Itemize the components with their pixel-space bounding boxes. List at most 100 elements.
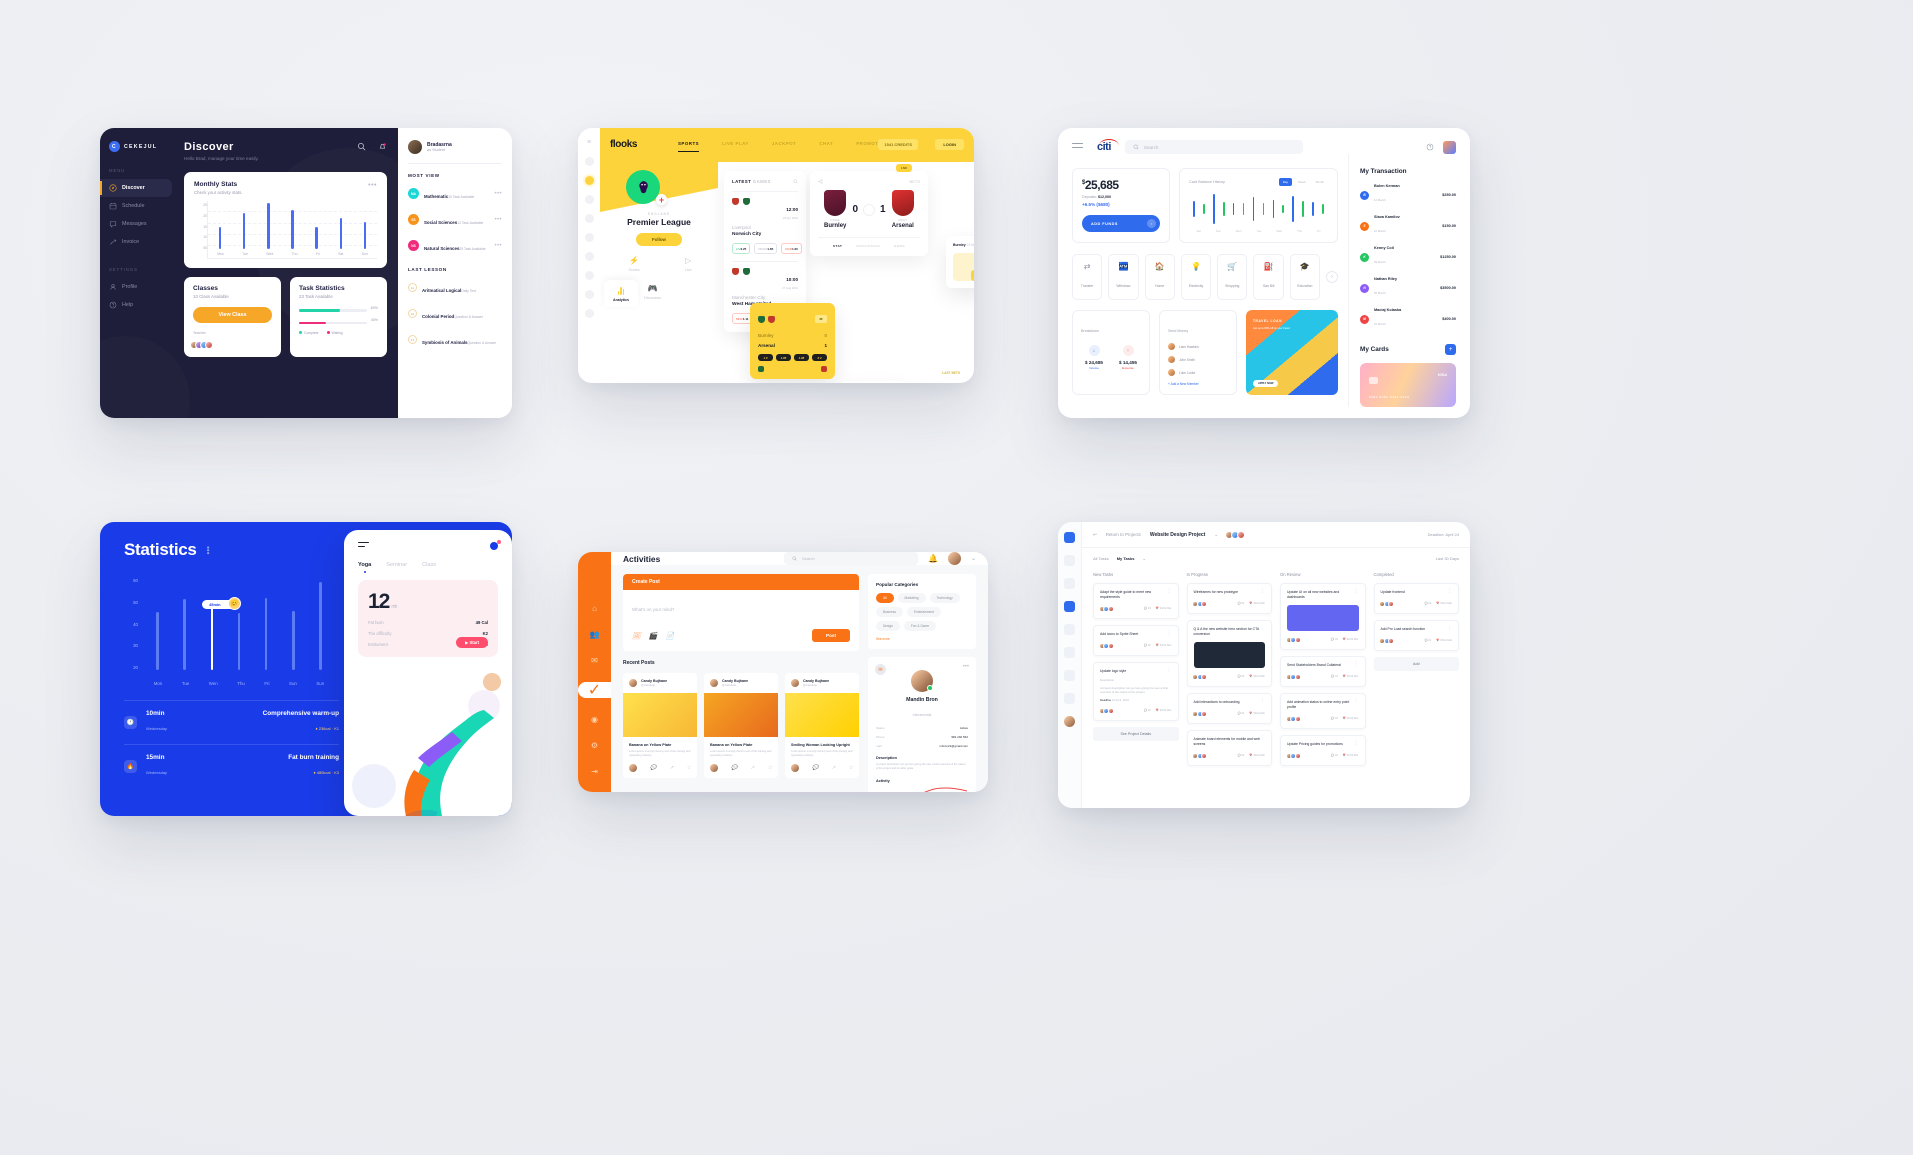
- bar-Fri[interactable]: [315, 226, 318, 249]
- follow-button[interactable]: Follow: [636, 233, 682, 246]
- share-icon[interactable]: ↗: [831, 765, 835, 771]
- fire-icon[interactable]: [584, 157, 594, 166]
- chip-all[interactable]: All: [876, 593, 894, 603]
- share-icon[interactable]: ↗: [669, 765, 673, 771]
- tab-analytics[interactable]: Analytics: [604, 280, 638, 307]
- post-card[interactable]: Candy Bujhane @Candiute Banana on Yellow …: [704, 673, 778, 778]
- search-bar[interactable]: Search: [1124, 140, 1303, 154]
- bar-6[interactable]: [319, 582, 322, 670]
- bar-4[interactable]: [264, 597, 268, 670]
- column-action-button[interactable]: See Project Details: [1093, 726, 1179, 741]
- add-league-button[interactable]: +: [656, 194, 667, 205]
- post-card[interactable]: Candy Bujhane @Candiute Smiling Woman Loo…: [785, 673, 859, 778]
- transaction-row[interactable]: S Slava Kamilov 10 March $150.00: [1360, 215, 1456, 237]
- star-icon[interactable]: ☆: [686, 765, 690, 771]
- gear-icon[interactable]: [1064, 693, 1075, 704]
- people-icon[interactable]: [1064, 624, 1075, 635]
- tab-discussion[interactable]: DISCUSSION: [856, 244, 880, 248]
- tab-yoga[interactable]: Yoga: [358, 562, 371, 573]
- message-icon[interactable]: ✉: [875, 664, 886, 675]
- person-3[interactable]: Luke Locke: [1168, 369, 1228, 376]
- more-icon[interactable]: ⋮: [1447, 589, 1452, 594]
- action-gas bill[interactable]: ⛽ Gas Bill: [1253, 254, 1284, 300]
- gear-icon[interactable]: ⚙: [591, 741, 598, 750]
- add-funds-button[interactable]: ADD FUNDS ›: [1082, 215, 1160, 232]
- credit-card[interactable]: VISA 5482 8282 9482 9920: [1360, 363, 1456, 407]
- m1-logo[interactable]: C CEKEJUL: [100, 141, 178, 152]
- task-card[interactable]: ⋮ Adapt the style guide to meet new requ…: [1093, 583, 1179, 619]
- back-icon[interactable]: ↩: [1093, 532, 1097, 538]
- menu-icon[interactable]: ≡: [585, 138, 594, 147]
- citi-logo[interactable]: citi: [1097, 139, 1119, 153]
- basketball-icon[interactable]: [584, 195, 594, 204]
- more-icon[interactable]: •••: [963, 664, 969, 670]
- bar-1[interactable]: [183, 599, 186, 670]
- tab-class[interactable]: Class: [422, 562, 436, 568]
- action-education[interactable]: 🎓 Education: [1289, 254, 1320, 300]
- tab-live[interactable]: ▷ Live: [685, 256, 692, 272]
- sidebar-item-discover[interactable]: Discover: [100, 179, 172, 197]
- comment-icon[interactable]: 💬: [731, 765, 737, 771]
- more-icon[interactable]: ⋮: [1447, 625, 1452, 630]
- home-icon[interactable]: [1064, 555, 1075, 566]
- bar-Thu[interactable]: [291, 209, 294, 249]
- more-icon[interactable]: •••: [494, 217, 502, 223]
- list-item[interactable]: 11 Aritmatical LogicalDaily Test: [408, 279, 502, 297]
- chart-icon[interactable]: [1064, 670, 1075, 681]
- more-icon[interactable]: ⋮: [1354, 740, 1359, 745]
- range-label[interactable]: Last 30 Days: [1436, 556, 1459, 561]
- credits-badge[interactable]: 1541 CREDITS: [878, 139, 918, 150]
- avatar[interactable]: [1443, 140, 1456, 154]
- task-card[interactable]: ⋮ Add Pro Load search function 💬 04 📅 30…: [1373, 619, 1459, 651]
- share-icon[interactable]: ↗: [750, 765, 754, 771]
- bar-Mon[interactable]: [218, 226, 222, 249]
- location-icon[interactable]: ◉: [591, 715, 598, 724]
- task-card[interactable]: ⋮ Send Stakeholders Brand Collateral 💬 0…: [1280, 655, 1366, 687]
- more-icon[interactable]: ⋮: [1260, 698, 1265, 703]
- bar-2[interactable]: [210, 606, 214, 670]
- nav-chat[interactable]: CHAT: [819, 141, 833, 152]
- tab-scores[interactable]: ⚡ Scores: [629, 256, 640, 272]
- folder-icon[interactable]: [1064, 532, 1075, 543]
- action-shopping[interactable]: 🛒 Shopping: [1217, 254, 1248, 300]
- more-icon[interactable]: ⋮: [1167, 589, 1172, 594]
- action-transfer[interactable]: ⇄ Transfer: [1072, 254, 1103, 300]
- promo-card[interactable]: TRAVEL LOAN Get up to 80% off on your tr…: [1246, 310, 1338, 395]
- search-icon[interactable]: [357, 142, 366, 151]
- bet-button-odd1[interactable]: 1.85: [776, 354, 791, 361]
- bet-button-x2[interactable]: X 2: [812, 354, 827, 361]
- people-icon[interactable]: 👥: [590, 630, 600, 639]
- last-bets-label[interactable]: LAST BETS: [942, 371, 960, 375]
- action-electricity[interactable]: 💡 Electricity: [1180, 254, 1212, 300]
- range-month[interactable]: Month: [1312, 178, 1328, 186]
- post-button[interactable]: Post: [812, 629, 850, 642]
- baseball-icon[interactable]: [584, 233, 594, 242]
- task-card[interactable]: ⋮ Update logo style Description A projec…: [1093, 661, 1179, 721]
- list-item[interactable]: NS Natural Sciences25 Task Available •••: [408, 237, 502, 255]
- task-card[interactable]: ⋮ Q & A the new website hero section for…: [1186, 619, 1272, 687]
- transaction-row[interactable]: B Bolen Kerman 12 March $250.00: [1360, 184, 1456, 206]
- task-card[interactable]: ⋮ Wireframes for new prototype 💬 04 📅 30…: [1186, 583, 1272, 614]
- bar-Sun[interactable]: [363, 221, 367, 249]
- bar-Tue[interactable]: [243, 213, 246, 249]
- task-card[interactable]: ⋮ Animate board elements for mobile and …: [1186, 729, 1272, 766]
- mail-icon[interactable]: ✉: [591, 656, 598, 665]
- task-card[interactable]: ⋮ Update Pricing guides for promotions 💬…: [1280, 734, 1366, 766]
- range-week[interactable]: Week: [1294, 178, 1310, 186]
- odd-LIV[interactable]: LIV 3.25: [732, 243, 751, 254]
- more-icon[interactable]: •••: [494, 191, 502, 197]
- more-icon[interactable]: ⋮: [1354, 589, 1359, 594]
- task-card[interactable]: ⋮ Add animation status to online entry p…: [1280, 692, 1366, 729]
- view-class-button[interactable]: View Class: [193, 307, 272, 323]
- range-day[interactable]: Day: [1278, 178, 1293, 186]
- bar-Wed[interactable]: [267, 202, 270, 249]
- bar-Sat[interactable]: [339, 218, 342, 249]
- more-icon[interactable]: ⋮: [1260, 735, 1265, 740]
- check-icon[interactable]: ✓: [578, 682, 611, 699]
- calendar-icon[interactable]: [1064, 647, 1075, 658]
- tab-discussion[interactable]: 🎮 Discussion: [644, 284, 661, 300]
- comment-icon[interactable]: 💬: [650, 765, 656, 771]
- chevron-down-icon[interactable]: ⌄: [1214, 532, 1218, 538]
- filter-my-tasks[interactable]: My Tasks: [1117, 556, 1135, 561]
- bet-button-1x[interactable]: 1 X: [758, 354, 773, 361]
